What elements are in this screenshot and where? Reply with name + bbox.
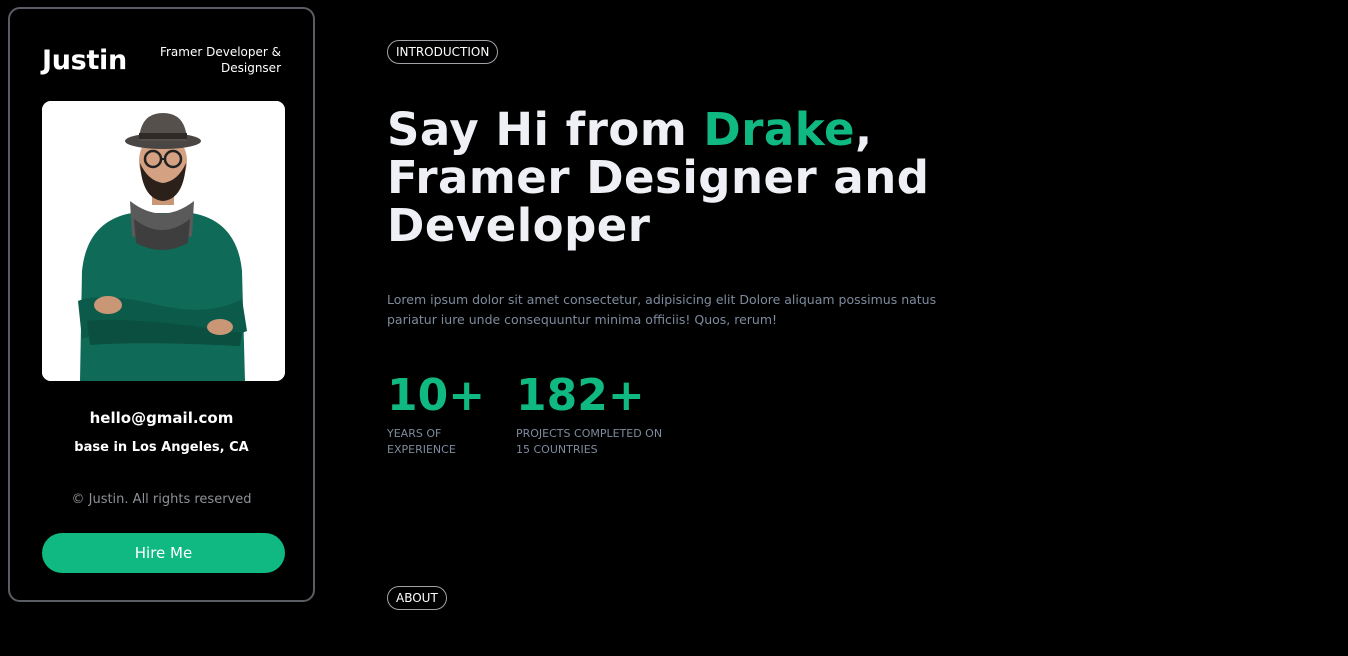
stat-label: YEARS OF EXPERIENCE: [387, 426, 485, 458]
headline-part2: ,: [855, 103, 873, 156]
profile-email: hello@gmail.com: [89, 409, 234, 427]
about-pill[interactable]: ABOUT: [387, 586, 447, 610]
hero-headline: Say Hi from Drake, Framer Designer and D…: [387, 106, 947, 250]
headline-accent-name: Drake: [703, 103, 856, 156]
headline-line1: Say Hi from Drake,: [387, 106, 947, 154]
intro-description: Lorem ipsum dolor sit amet consectetur, …: [387, 290, 947, 330]
stat-projects: 182+ PROJECTS COMPLETED ON 15 COUNTRIES: [516, 370, 662, 458]
stat-label-line1: PROJECTS COMPLETED ON: [516, 427, 663, 440]
profile-name: Justin: [42, 45, 127, 76]
stat-label-line1: YEARS OF: [387, 427, 442, 440]
introduction-pill[interactable]: INTRODUCTION: [387, 40, 499, 64]
profile-photo: [42, 101, 285, 381]
page: Justin Framer Developer & Designser hell…: [0, 0, 1348, 656]
headline-line3: Developer: [387, 199, 651, 252]
profile-role-line2: Designser: [221, 61, 281, 75]
hire-me-button[interactable]: Hire Me: [42, 533, 285, 573]
profile-location: base in Los Angeles, CA: [74, 440, 249, 455]
headline-part1: Say Hi from: [387, 103, 704, 156]
headline-line2: Framer Designer and: [387, 151, 930, 204]
stat-label-line2: EXPERIENCE: [387, 443, 456, 456]
profile-card: Justin Framer Developer & Designser hell…: [8, 7, 315, 602]
intro-description-line2: pariatur iure unde consequuntur minima o…: [387, 312, 778, 327]
stat-label: PROJECTS COMPLETED ON 15 COUNTRIES: [516, 426, 662, 458]
stat-experience: 10+ YEARS OF EXPERIENCE: [387, 370, 485, 458]
copyright-text: © Justin. All rights reserved: [71, 492, 252, 507]
stat-value: 10+: [387, 370, 486, 421]
intro-description-line1: Lorem ipsum dolor sit amet consectetur, …: [387, 292, 937, 307]
portrait-illustration: [42, 101, 285, 381]
stat-label-line2: 15 COUNTRIES: [516, 443, 598, 456]
profile-role-line1: Framer Developer &: [159, 45, 281, 59]
profile-role: Framer Developer & Designser: [151, 44, 281, 76]
stat-value: 182+: [516, 370, 645, 421]
